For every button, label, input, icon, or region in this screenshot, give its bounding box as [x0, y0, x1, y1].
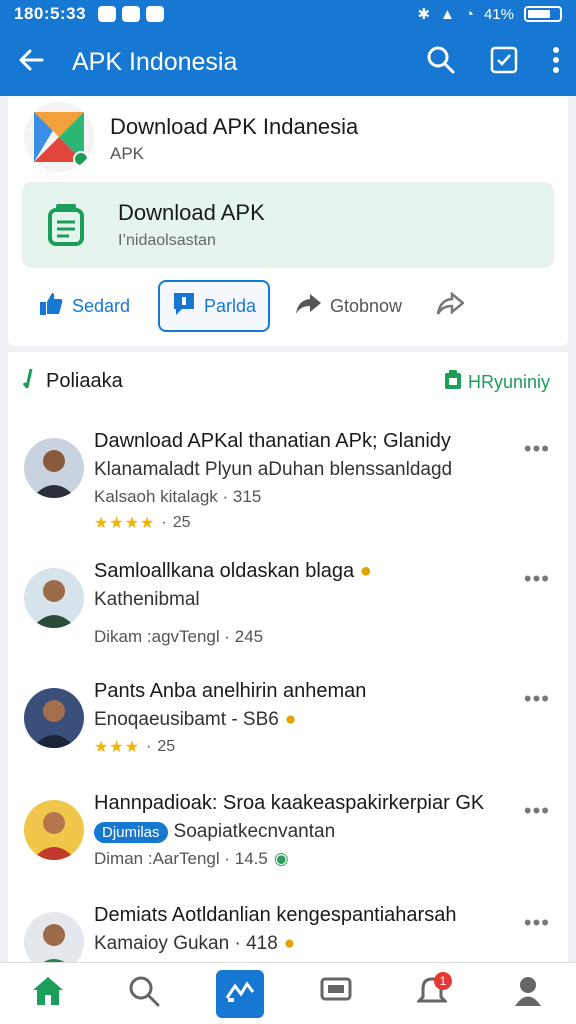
thumbs-up-icon: [38, 291, 64, 322]
download-apk-box[interactable]: Download APK I’nidaolsastan: [22, 182, 554, 268]
item-meta: Dikam :agvTengl · 245: [94, 627, 264, 646]
app-subtitle: APK: [110, 144, 145, 163]
battery-icon: [524, 6, 562, 22]
more-horiz-icon[interactable]: •••: [524, 686, 550, 712]
checklist-icon[interactable]: [490, 46, 518, 79]
share-label: Gtobnow: [330, 295, 403, 316]
item-description: Kamaioy Gukan · 418: [94, 933, 278, 954]
dot-separator: ·: [146, 738, 152, 755]
list-item[interactable]: Samloallkana oldaskan blaga ● Kathenibma…: [8, 560, 568, 678]
download-icon: [44, 202, 88, 253]
item-meta: Kalsaoh kitalagk · 315: [94, 487, 262, 506]
drop-icon: ●: [283, 933, 296, 954]
avatar: [24, 568, 84, 628]
share-button[interactable]: Gtobnow: [294, 280, 402, 332]
notification-icon: [146, 6, 165, 22]
signal-icon: ▲: [440, 5, 455, 23]
feed-section: Poliaaka HRyuniniy Dawnload APKal thanat…: [8, 352, 568, 962]
more-horiz-icon[interactable]: •••: [524, 910, 550, 936]
section-header: Poliaaka: [22, 368, 123, 394]
notification-icon: [98, 6, 117, 22]
app-card: Download APK Indanesia APK Download APK …: [8, 96, 568, 346]
item-title: Samloallkana oldaskan blaga ●: [94, 560, 514, 583]
item-title-text: Samloallkana oldaskan blaga: [94, 560, 355, 582]
dot-separator: ·: [161, 514, 167, 531]
avatar: [24, 688, 84, 748]
status-time: 180:5:33: [14, 4, 87, 23]
avatar: [24, 800, 84, 860]
nav-profile[interactable]: [504, 970, 552, 1018]
leaf-icon: [22, 368, 36, 394]
app-logo[interactable]: [24, 102, 94, 172]
avatar: [24, 438, 84, 498]
item-description: Soapiatkecnvantan: [173, 821, 336, 842]
list-item[interactable]: Dawnload APKal thanatian APk; Glanidy Kl…: [8, 430, 568, 548]
message-icon: [320, 977, 352, 1010]
forward-button[interactable]: [436, 280, 465, 332]
section-action[interactable]: HRyuniniy: [444, 370, 550, 395]
section-title: Poliaaka: [46, 369, 123, 392]
back-arrow-icon[interactable]: [16, 45, 46, 80]
app-name: Download APK Indanesia: [110, 114, 359, 139]
drop-icon: ●: [359, 560, 372, 582]
nav-home[interactable]: [24, 970, 72, 1018]
app-bar: APK Indonesia: [0, 28, 576, 96]
item-title: Hannpadioak: Sroa kaakeaspakirkerpiar GK: [94, 792, 485, 814]
nav-messages[interactable]: [312, 970, 360, 1018]
item-title: Demiats Aotldanlian kengespantiaharsah: [94, 904, 457, 926]
list-item[interactable]: Pants Anba anelhirin anheman Enoqaeusiba…: [8, 680, 568, 798]
item-meta: Diman :AarTengl · 14.5: [94, 849, 268, 868]
more-horiz-icon[interactable]: •••: [524, 566, 550, 592]
more-horiz-icon[interactable]: •••: [524, 436, 550, 462]
bottom-nav: 1: [0, 962, 576, 1024]
drop-icon: ●: [284, 709, 297, 730]
tag-chip[interactable]: Djumilas: [94, 821, 168, 843]
search-icon: [128, 975, 160, 1012]
download-title: Download APK: [118, 200, 265, 225]
rating-count: 25: [157, 738, 176, 755]
globe-icon: ◉: [273, 849, 289, 868]
forward-arrow-icon: [436, 290, 465, 321]
nav-activity[interactable]: [216, 969, 264, 1018]
avatar: [24, 912, 84, 962]
home-icon: [31, 975, 65, 1012]
rating-stars: ★★★: [94, 739, 141, 756]
more-vert-icon[interactable]: [552, 46, 560, 79]
rating-count: 25: [172, 514, 191, 531]
clipboard-icon: [444, 370, 462, 395]
bluetooth-icon: ✱: [417, 6, 431, 23]
status-bar: 180:5:33 ✱ ▲ ◔ 41%: [0, 0, 576, 28]
battery-percent: 41%: [483, 5, 514, 23]
page-title: APK Indonesia: [72, 47, 238, 76]
notification-icon: [122, 6, 141, 22]
list-item[interactable]: Hannpadioak: Sroa kaakeaspakirkerpiar GK…: [8, 792, 568, 910]
more-horiz-icon[interactable]: •••: [524, 798, 550, 824]
rating-stars: ★★★★: [94, 515, 156, 532]
item-title: Dawnload APKal thanatian APk; Glanidy: [94, 430, 451, 452]
share-arrow-icon: [294, 292, 322, 321]
comment-button[interactable]: Parlda: [158, 280, 271, 332]
item-title: Pants Anba anelhirin anheman: [94, 680, 367, 702]
chat-icon: [172, 291, 196, 322]
like-button[interactable]: Sedard: [38, 280, 130, 332]
like-label: Sedard: [72, 295, 131, 316]
item-description: Klanamaladt Plyun aDuhan blenssanldagd: [94, 459, 453, 480]
download-subtitle: I’nidaolsastan: [118, 232, 216, 249]
item-description: Enoqaeusibamt - SB6: [94, 709, 279, 730]
wifi-icon: ◔: [464, 5, 474, 23]
activity-icon: [225, 978, 255, 1009]
action-row: Sedard Parlda Gtobnow: [8, 280, 568, 332]
notification-badge: 1: [434, 971, 452, 990]
search-icon[interactable]: [426, 45, 456, 80]
profile-icon: [513, 975, 543, 1012]
comment-label: Parlda: [204, 295, 257, 316]
nav-search[interactable]: [120, 970, 168, 1018]
nav-notifications[interactable]: 1: [408, 970, 456, 1018]
list-item[interactable]: Demiats Aotldanlian kengespantiaharsah K…: [8, 904, 568, 962]
section-action-label: HRyuniniy: [467, 372, 550, 392]
item-description: Kathenibmal: [94, 589, 200, 610]
